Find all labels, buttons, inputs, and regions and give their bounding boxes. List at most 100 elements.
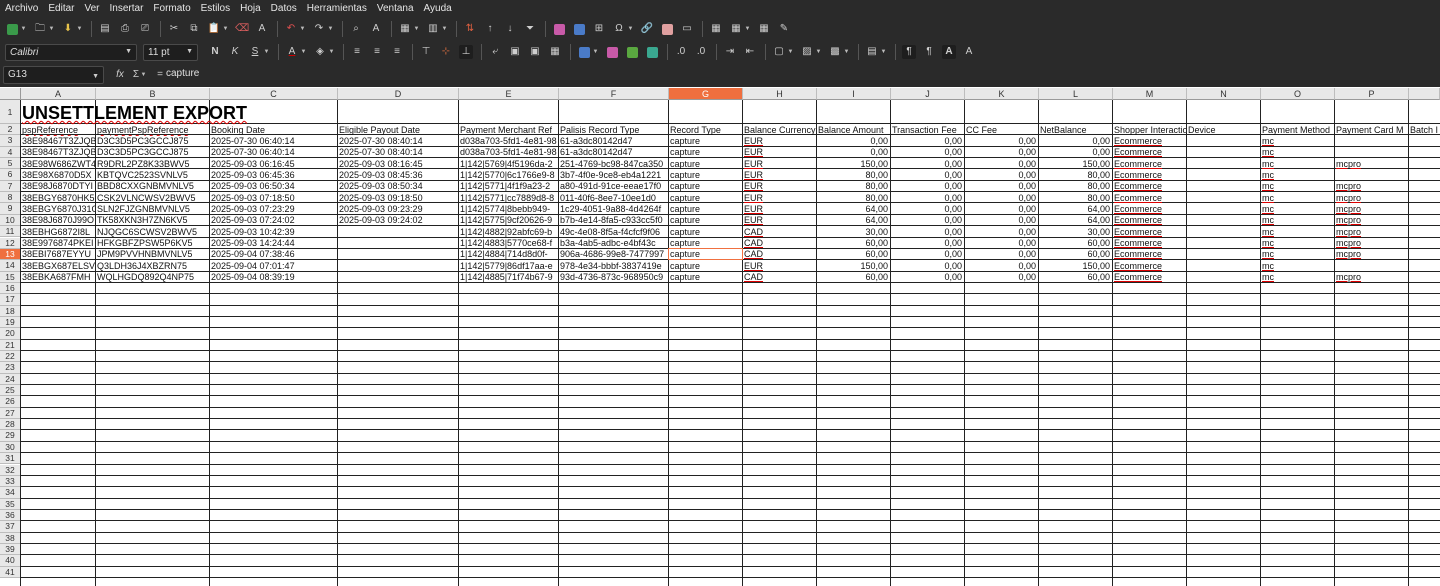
data-cell[interactable]: mc: [1261, 261, 1334, 272]
data-cell[interactable]: mc: [1261, 159, 1334, 170]
data-cell[interactable]: 2025-07-30 06:40:14: [210, 147, 337, 158]
sort-descending-icon[interactable]: ↓: [503, 22, 517, 36]
number-format-icon[interactable]: [625, 45, 639, 59]
data-cell[interactable]: capture: [669, 261, 742, 272]
show-draw-functions-icon[interactable]: ✎: [777, 22, 791, 36]
data-cell[interactable]: 38EBGX687ELSV: [21, 261, 95, 272]
row-header-4[interactable]: 4: [0, 146, 21, 159]
data-cell[interactable]: 38EBKA687FMH: [21, 272, 95, 283]
data-cell[interactable]: CSK2VLNCWSV2BWV5: [96, 193, 209, 204]
data-cell[interactable]: Ecommerce: [1113, 227, 1186, 238]
row-header-37[interactable]: 37: [0, 521, 21, 533]
data-cell[interactable]: Ecommerce: [1113, 215, 1186, 226]
row-header-5[interactable]: 5: [0, 158, 21, 170]
column-header-g[interactable]: G: [669, 88, 743, 100]
italic-icon[interactable]: K: [228, 45, 242, 59]
data-cell[interactable]: 906a-4686-99e8-7477997: [559, 249, 668, 260]
data-cell[interactable]: 0,00: [965, 215, 1038, 226]
data-cell[interactable]: 38E9976874PKEI: [21, 238, 95, 249]
row-header-17[interactable]: 17: [0, 294, 21, 306]
data-cell[interactable]: 2025-09-03 09:23:29: [338, 204, 458, 215]
data-cell[interactable]: 0,00: [965, 249, 1038, 260]
row-header-36[interactable]: 36: [0, 509, 21, 522]
text-direction-ltr-icon[interactable]: ¶: [902, 45, 916, 59]
underline-dropdown-icon[interactable]: ▼: [263, 45, 270, 59]
data-cell[interactable]: 61-a3dc80142d47: [559, 136, 668, 147]
data-cell[interactable]: 0,00: [965, 147, 1038, 158]
column-header-l[interactable]: L: [1039, 88, 1113, 100]
autofilter-icon[interactable]: ⏷: [523, 22, 537, 36]
data-cell[interactable]: 2025-09-03 07:18:50: [210, 193, 337, 204]
data-cell[interactable]: capture: [669, 147, 742, 158]
function-wizard-icon[interactable]: fx: [113, 68, 127, 82]
cut-icon[interactable]: ✂: [167, 22, 181, 36]
font-size-box[interactable]: 11 pt ▼: [143, 43, 198, 61]
column-header-c[interactable]: C: [210, 88, 338, 100]
data-cell[interactable]: 150,00: [817, 261, 890, 272]
data-cell[interactable]: 2025-09-04 07:38:46: [210, 249, 337, 260]
data-cell[interactable]: CAD: [743, 238, 816, 249]
split-window-icon[interactable]: ▦: [757, 22, 771, 36]
menu-item-datos[interactable]: Datos: [271, 3, 297, 14]
save-icon[interactable]: ⬇: [61, 22, 75, 36]
data-cell[interactable]: d038a703-5fd1-4e81-98: [459, 136, 558, 147]
data-cell[interactable]: mc: [1261, 238, 1334, 249]
special-character-icon[interactable]: Ω: [612, 22, 626, 36]
open-dropdown-icon[interactable]: ▼: [48, 22, 55, 36]
row-header-30[interactable]: 30: [0, 441, 21, 454]
data-cell[interactable]: 0,00: [965, 238, 1038, 249]
data-cell[interactable]: 60,00: [1039, 249, 1112, 260]
data-cell[interactable]: 0,00: [965, 159, 1038, 170]
data-cell[interactable]: 0,00: [965, 272, 1038, 283]
center-vertically-icon[interactable]: ⊹: [439, 45, 453, 59]
special-character-dropdown-icon[interactable]: ▼: [627, 22, 634, 36]
data-cell[interactable]: 0,00: [891, 193, 964, 204]
data-cell[interactable]: 1|142|5775|9cf20626-9: [459, 215, 558, 226]
row-header-25[interactable]: 25: [0, 385, 21, 397]
row-dropdown-icon[interactable]: ▼: [413, 22, 420, 36]
data-cell[interactable]: capture: [669, 170, 742, 181]
data-cell[interactable]: Ecommerce: [1113, 204, 1186, 215]
data-cell[interactable]: EUR: [743, 193, 816, 204]
row-header-28[interactable]: 28: [0, 419, 21, 431]
data-cell[interactable]: mcpro: [1335, 227, 1408, 238]
data-cell[interactable]: 60,00: [1039, 272, 1112, 283]
data-cell[interactable]: 30,00: [1039, 227, 1112, 238]
align-right-icon[interactable]: ≡: [390, 45, 404, 59]
row-header-33[interactable]: 33: [0, 475, 21, 488]
bold-icon[interactable]: N: [208, 45, 222, 59]
data-cell[interactable]: 64,00: [817, 215, 890, 226]
currency-dropdown-icon[interactable]: ▼: [592, 45, 599, 59]
border-style-icon[interactable]: ▨: [800, 45, 814, 59]
menu-item-ventana[interactable]: Ventana: [377, 3, 414, 14]
increase-indent-icon[interactable]: ⇥: [723, 45, 737, 59]
data-cell[interactable]: mc: [1261, 272, 1334, 283]
data-cell[interactable]: 38EBGY6870HK5: [21, 193, 95, 204]
row-header-8[interactable]: 8: [0, 192, 21, 204]
conditional-format-icon[interactable]: ▤: [865, 45, 879, 59]
data-cell[interactable]: mcpro: [1335, 272, 1408, 283]
new-document-icon[interactable]: [5, 22, 19, 36]
define-print-area-icon[interactable]: ▦: [709, 22, 723, 36]
row-header-22[interactable]: 22: [0, 351, 21, 363]
data-cell[interactable]: 0,00: [891, 272, 964, 283]
data-cell[interactable]: mcpro: [1335, 238, 1408, 249]
row-header-32[interactable]: 32: [0, 464, 21, 476]
data-cell[interactable]: b7b-4e14-8fa5-c933cc5f0: [559, 215, 668, 226]
chevron-down-icon[interactable]: ▼: [92, 69, 99, 85]
data-cell[interactable]: 38E98J6870DTYI: [21, 181, 95, 192]
data-cell[interactable]: 80,00: [1039, 170, 1112, 181]
data-cell[interactable]: capture: [669, 227, 742, 238]
column-dropdown-icon[interactable]: ▼: [441, 22, 448, 36]
column-header-b[interactable]: B: [96, 88, 210, 100]
font-color-icon[interactable]: A: [285, 45, 299, 59]
data-cell[interactable]: 2025-09-04 07:01:47: [210, 261, 337, 272]
menu-item-editar[interactable]: Editar: [48, 3, 74, 14]
data-cell[interactable]: 1|142|4882|92abfc69-b: [459, 227, 558, 238]
data-cell[interactable]: 2025-09-03 06:16:45: [210, 159, 337, 170]
row-header-27[interactable]: 27: [0, 407, 21, 420]
underline-icon[interactable]: S: [248, 45, 262, 59]
find-replace-icon[interactable]: ⌕: [349, 22, 363, 36]
row-header-31[interactable]: 31: [0, 453, 21, 465]
data-cell[interactable]: 2025-09-03 14:24:44: [210, 238, 337, 249]
